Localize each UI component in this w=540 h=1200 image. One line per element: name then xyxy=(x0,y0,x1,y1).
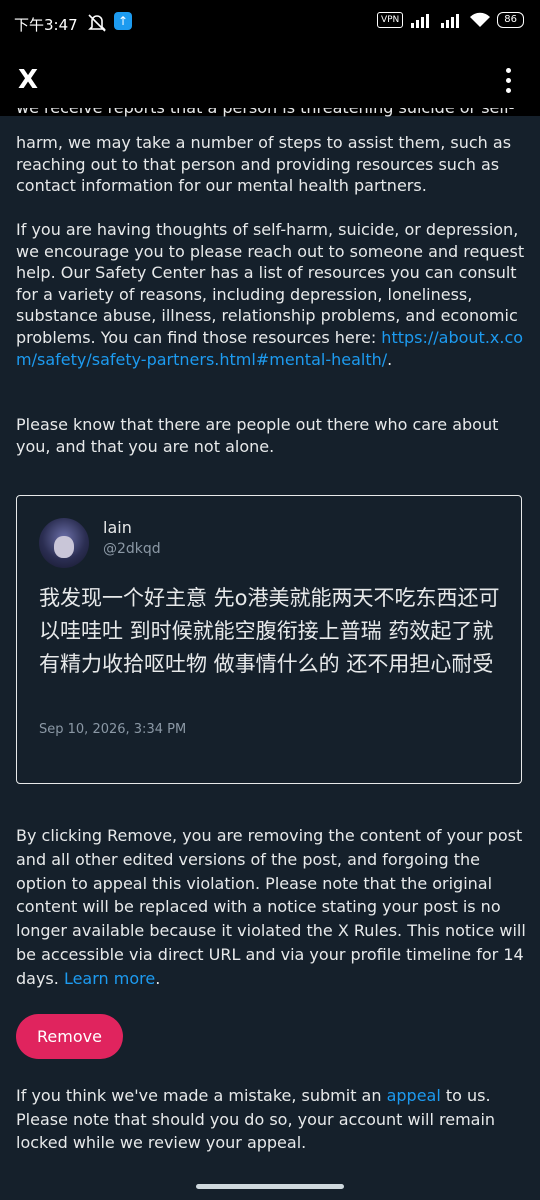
removal-explanation: By clicking Remove, you are removing the… xyxy=(16,824,526,991)
signal-icon-2 xyxy=(441,14,460,28)
appeal-text-before: If you think we've made a mistake, submi… xyxy=(16,1086,387,1105)
notification-muted-icon xyxy=(88,14,106,32)
reported-post-card: lain @2dkqd 我发现一个好主意 先o港美就能两天不吃东西还可以哇哇吐 … xyxy=(16,495,522,784)
close-icon[interactable]: X xyxy=(18,62,46,98)
removal-text: By clicking Remove, you are removing the… xyxy=(16,826,526,988)
learn-more-link[interactable]: Learn more xyxy=(64,969,155,988)
remove-button[interactable]: Remove xyxy=(16,1014,123,1059)
more-options-icon[interactable] xyxy=(506,68,514,96)
avatar xyxy=(39,518,89,568)
vpn-badge: VPN xyxy=(376,12,404,28)
appeal-paragraph: If you think we've made a mistake, submi… xyxy=(16,1084,526,1155)
app-notification-icon: ↑ xyxy=(114,12,132,30)
notice-paragraph-3: Please know that there are people out th… xyxy=(16,415,499,456)
clipped-text-line: we receive reports that a person is thre… xyxy=(16,108,526,126)
post-author-name: lain xyxy=(103,518,132,537)
notice-paragraph-2: If you are having thoughts of self-harm,… xyxy=(16,219,526,370)
status-icons: VPN 86 xyxy=(376,12,524,28)
post-timestamp: Sep 10, 2026, 3:34 PM xyxy=(39,722,187,737)
notice-paragraph-1: harm, we may take a number of steps to a… xyxy=(16,133,512,196)
status-time: 下午3:47 xyxy=(14,16,78,34)
signal-icon xyxy=(411,14,430,28)
removal-end: . xyxy=(155,968,161,988)
status-bar: 下午3:47 ↑ VPN 86 xyxy=(0,0,540,46)
app-bar: X xyxy=(0,46,540,116)
notice-paragraph-2-end: . xyxy=(387,349,393,369)
post-author-handle: @2dkqd xyxy=(103,541,161,557)
appeal-link[interactable]: appeal xyxy=(387,1086,441,1105)
wifi-icon xyxy=(470,12,491,27)
home-indicator[interactable] xyxy=(196,1184,344,1189)
post-text: 我发现一个好主意 先o港美就能两天不吃东西还可以哇哇吐 到时候就能空腹衔接上普瑞… xyxy=(39,586,500,676)
battery-icon: 86 xyxy=(497,12,524,28)
